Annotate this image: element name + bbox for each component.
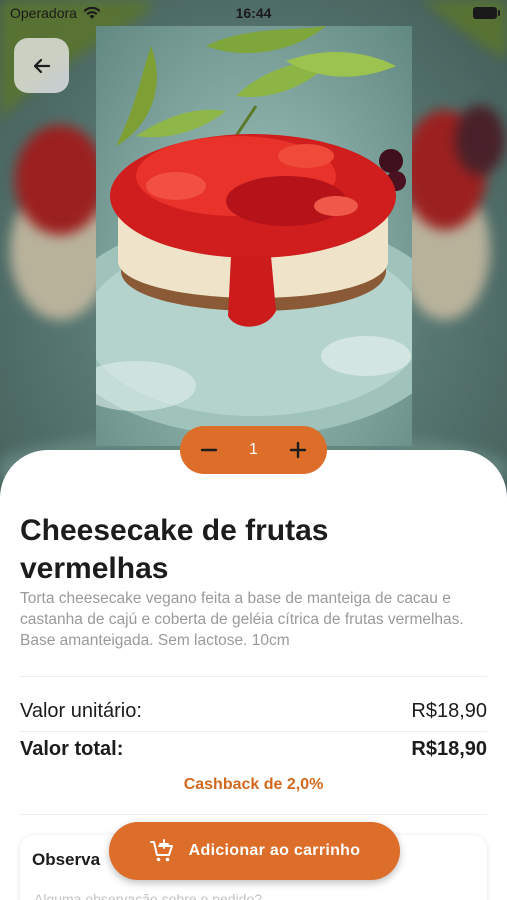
total-price-label: Valor total:: [20, 738, 124, 760]
wifi-icon: [83, 6, 101, 19]
increase-quantity-button[interactable]: [285, 437, 311, 463]
product-photo: [96, 26, 412, 446]
cart-add-icon: [149, 839, 173, 862]
add-to-cart-button[interactable]: Adicionar ao carrinho: [109, 822, 400, 880]
back-button[interactable]: [14, 38, 69, 93]
quantity-value: 1: [249, 441, 258, 458]
unit-price-value: R$18,90: [411, 700, 487, 722]
cashback-label: Cashback de 2,0%: [183, 776, 324, 793]
status-left: Operadora: [10, 5, 101, 21]
total-price-row: Valor total: R$18,90: [20, 738, 487, 761]
minus-icon: [200, 448, 218, 452]
divider: [20, 731, 487, 732]
battery-icon: [473, 7, 500, 19]
unit-price-label: Valor unitário:: [20, 700, 142, 722]
quantity-stepper: 1: [180, 426, 327, 474]
product-title: Cheesecake de frutas vermelhas: [20, 514, 329, 585]
divider: [20, 814, 487, 815]
status-time: 16:44: [235, 5, 272, 21]
unit-price-row: Valor unitário: R$18,90: [20, 700, 487, 723]
decrease-quantity-button[interactable]: [196, 437, 222, 463]
add-to-cart-label: Adicionar ao carrinho: [188, 842, 361, 859]
total-price-value: R$18,90: [411, 738, 487, 760]
notes-input[interactable]: Alguma observação sobre o pedido?: [34, 891, 262, 900]
arrow-left-icon: [33, 58, 50, 73]
status-bar: Operadora 16:44: [0, 0, 507, 26]
notes-title: Observa: [32, 850, 101, 869]
plus-icon: [289, 441, 307, 459]
product-description: Torta cheesecake vegano feita a base de …: [20, 590, 464, 649]
carrier-label: Operadora: [10, 5, 77, 21]
cheesecake-image: [96, 26, 412, 436]
divider: [20, 676, 487, 677]
